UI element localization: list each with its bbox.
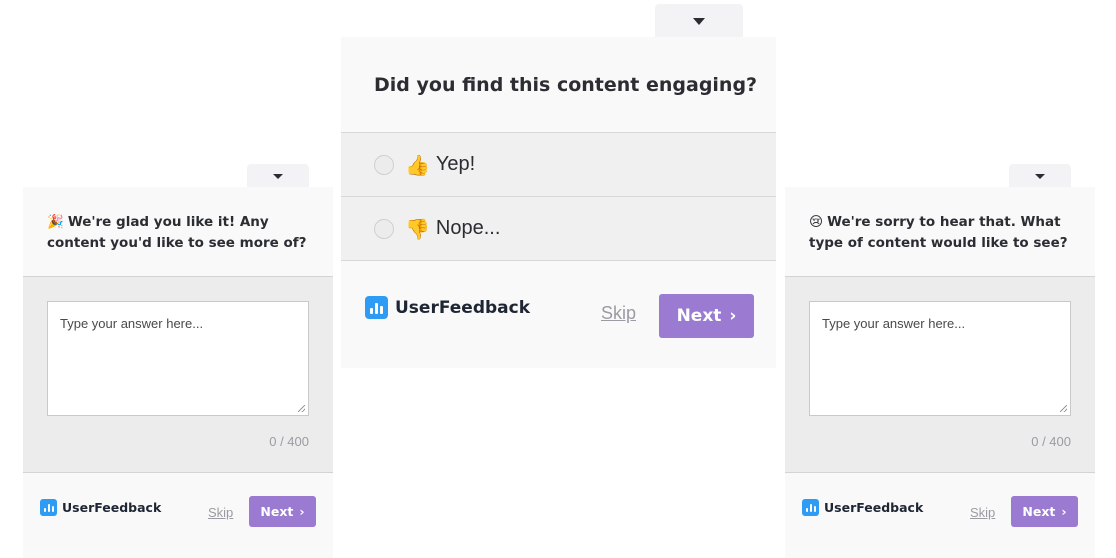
- question-title: We're sorry to hear that. What type of c…: [809, 214, 1068, 251]
- radio-button[interactable]: [374, 154, 394, 175]
- resize-handle-icon[interactable]: [1060, 405, 1067, 412]
- question-text: 😢 We're sorry to hear that. What type of …: [809, 212, 1083, 254]
- chevron-right-icon: ›: [299, 504, 305, 519]
- left-followup-widget: 🎉 We're glad you like it! Any content you…: [23, 164, 333, 558]
- brand-logo: UserFeedback: [802, 499, 923, 516]
- skip-link[interactable]: Skip: [970, 505, 995, 520]
- char-counter: 0 / 400: [269, 434, 309, 449]
- chevron-right-icon: ›: [729, 306, 737, 326]
- answer-section: Type your answer here... 0 / 400: [23, 276, 333, 473]
- crying-face-icon: 😢: [809, 214, 824, 230]
- collapse-tab[interactable]: [247, 164, 309, 188]
- textarea-placeholder: Type your answer here...: [60, 316, 204, 331]
- party-popper-icon: 🎉: [47, 214, 64, 230]
- collapse-tab[interactable]: [655, 4, 743, 38]
- skip-link[interactable]: Skip: [601, 303, 636, 324]
- center-survey-widget: Did you find this content engaging? 👍 Ye…: [341, 0, 776, 370]
- textarea-placeholder: Type your answer here...: [822, 316, 966, 331]
- brand-logo: UserFeedback: [40, 499, 161, 516]
- next-button[interactable]: Next ›: [249, 496, 316, 527]
- skip-link[interactable]: Skip: [208, 505, 233, 520]
- brand-name: UserFeedback: [824, 500, 924, 515]
- brand-logo: UserFeedback: [365, 296, 530, 319]
- survey-footer: UserFeedback Skip Next ›: [341, 261, 776, 368]
- thumbs-down-icon: 👎: [405, 216, 430, 241]
- option-label: Yep!: [435, 153, 476, 175]
- followup-panel: 🎉 We're glad you like it! Any content you…: [23, 187, 333, 558]
- collapse-tab[interactable]: [1009, 164, 1071, 188]
- followup-footer: UserFeedback Skip Next ›: [23, 472, 333, 558]
- followup-panel: 😢 We're sorry to hear that. What type of …: [785, 187, 1095, 558]
- chevron-down-icon: [273, 173, 283, 179]
- chevron-right-icon: ›: [1061, 504, 1067, 519]
- option-yep[interactable]: 👍 Yep!: [341, 132, 776, 196]
- brand-name: UserFeedback: [395, 297, 531, 318]
- next-button[interactable]: Next ›: [659, 294, 754, 338]
- answer-textarea[interactable]: Type your answer here...: [47, 301, 309, 416]
- chevron-down-icon: [1035, 173, 1045, 179]
- brand-name: UserFeedback: [62, 500, 162, 515]
- userfeedback-logo-icon: [365, 296, 388, 319]
- right-followup-widget: 😢 We're sorry to hear that. What type of …: [785, 164, 1095, 558]
- next-button[interactable]: Next ›: [1011, 496, 1078, 527]
- question-header: Did you find this content engaging?: [341, 37, 776, 132]
- next-label: Next: [1022, 504, 1056, 519]
- question-title: Did you find this content engaging?: [374, 73, 758, 96]
- userfeedback-logo-icon: [40, 499, 57, 516]
- char-counter: 0 / 400: [1031, 434, 1071, 449]
- option-label: Nope...: [435, 217, 501, 239]
- answer-textarea[interactable]: Type your answer here...: [809, 301, 1071, 416]
- question-header: 🎉 We're glad you like it! Any content you…: [23, 187, 333, 276]
- resize-handle-icon[interactable]: [298, 405, 305, 412]
- next-label: Next: [676, 306, 722, 326]
- question-header: 😢 We're sorry to hear that. What type of …: [785, 187, 1095, 276]
- option-nope[interactable]: 👎 Nope...: [341, 196, 776, 261]
- answer-section: Type your answer here... 0 / 400: [785, 276, 1095, 473]
- thumbs-up-icon: 👍: [405, 152, 430, 177]
- question-text: 🎉 We're glad you like it! Any content you…: [47, 212, 321, 254]
- chevron-down-icon: [693, 17, 705, 25]
- userfeedback-logo-icon: [802, 499, 819, 516]
- radio-button[interactable]: [374, 218, 394, 239]
- followup-footer: UserFeedback Skip Next ›: [785, 472, 1095, 558]
- next-label: Next: [260, 504, 294, 519]
- survey-panel: Did you find this content engaging? 👍 Ye…: [341, 37, 776, 368]
- question-title: We're glad you like it! Any content you'…: [47, 214, 307, 251]
